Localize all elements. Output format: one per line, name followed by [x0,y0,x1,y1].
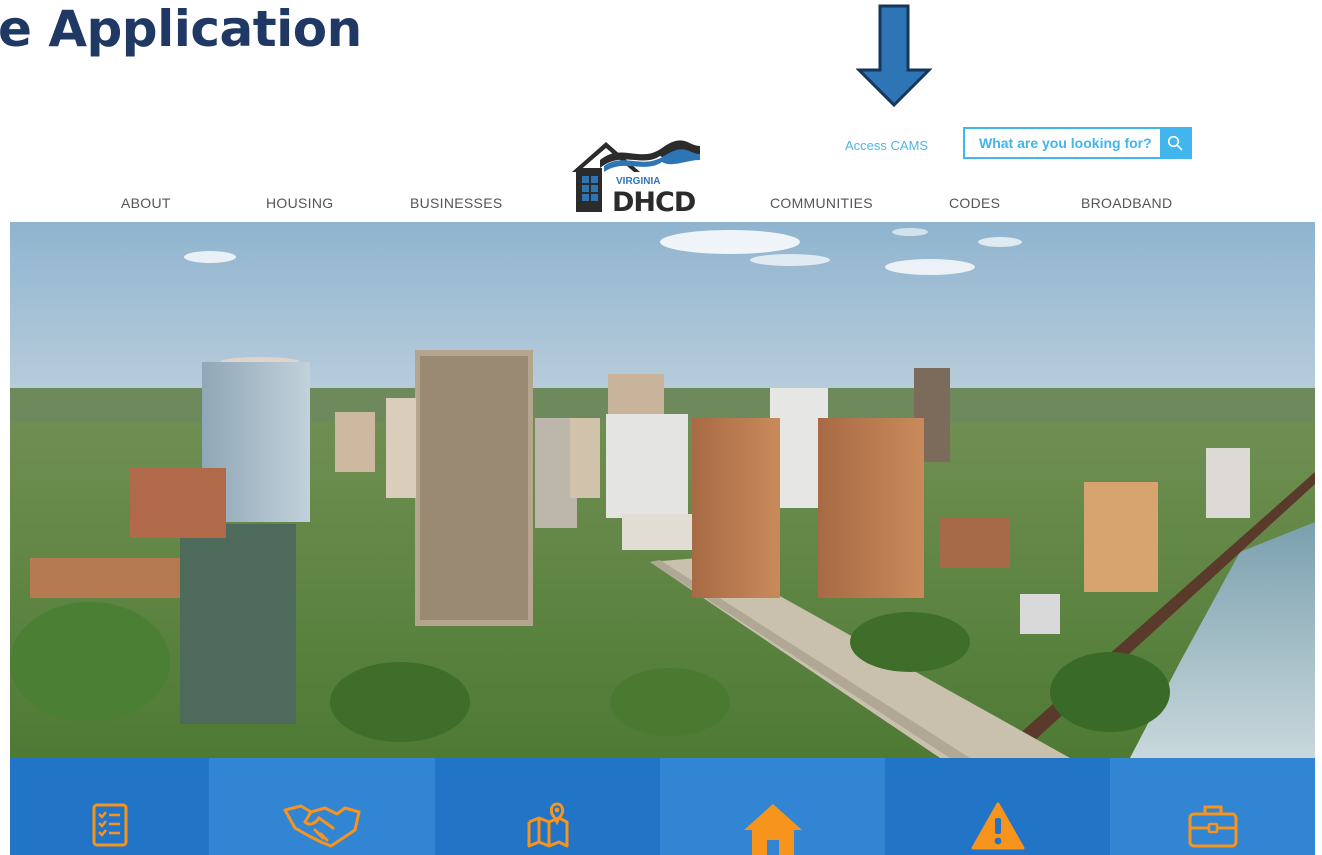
checklist-icon [92,803,127,847]
tile-partnerships[interactable] [209,758,435,855]
search-input[interactable] [965,129,1160,157]
search-box [963,127,1192,159]
nav-broadband[interactable]: BROADBAND [1081,195,1172,211]
handshake-icon [283,804,361,848]
nav-about[interactable]: ABOUT [121,195,171,211]
tile-map[interactable] [435,758,660,855]
hero-image [10,222,1315,758]
warning-icon [971,802,1024,850]
search-icon [1167,135,1183,151]
logo-virginia-text: VIRGINIA [616,176,660,187]
map-pin-icon [527,802,568,848]
nav-communities[interactable]: COMMUNITIES [770,195,873,211]
search-button[interactable] [1160,129,1190,157]
nav-businesses[interactable]: BUSINESSES [410,195,502,211]
tile-alerts[interactable] [885,758,1110,855]
access-cams-link[interactable]: Access CAMS [845,138,928,153]
home-icon [743,804,802,855]
slide-title: e Application [0,0,362,58]
feature-tiles [10,758,1315,855]
nav-housing[interactable]: HOUSING [266,195,333,211]
logo-dhcd-text: DHCD [612,187,695,214]
dhcd-logo[interactable]: VIRGINIA DHCD [570,138,702,214]
tile-business[interactable] [1110,758,1315,855]
nav-codes[interactable]: CODES [949,195,1000,211]
briefcase-icon [1188,805,1237,848]
tile-housing[interactable] [660,758,885,855]
arrow-down-icon [856,4,932,108]
tile-checklist[interactable] [10,758,209,855]
